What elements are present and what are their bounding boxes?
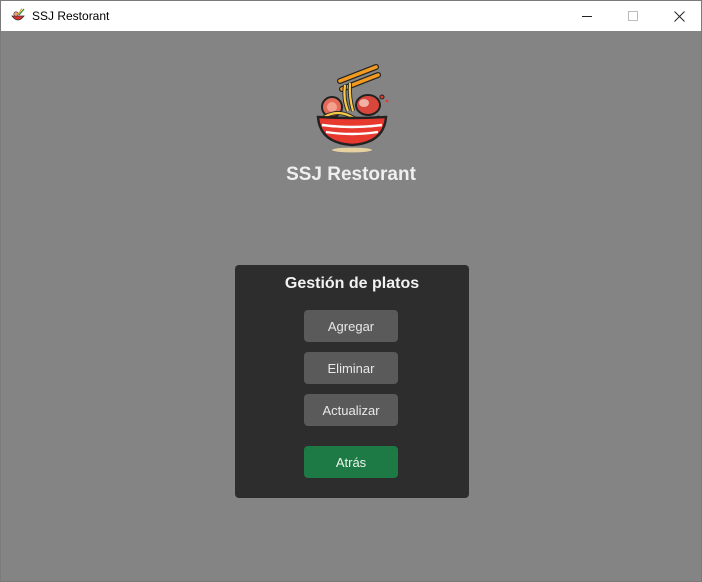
delete-button[interactable]: Eliminar: [304, 352, 398, 384]
dish-management-panel: Gestión de platos Agregar Eliminar Actua…: [235, 265, 469, 498]
title-bar[interactable]: SSJ Restorant: [1, 1, 701, 31]
maximize-icon: [628, 11, 638, 21]
ramen-bowl-logo: [312, 61, 392, 153]
add-button[interactable]: Agregar: [304, 310, 398, 342]
maximize-button[interactable]: [610, 1, 656, 31]
main-content: SSJ Restorant Gestión de platos Agregar …: [1, 31, 701, 581]
ramen-icon: [10, 8, 26, 24]
window-title: SSJ Restorant: [32, 9, 110, 23]
app-window: SSJ Restorant SSJ Restorant Gestión de p…: [0, 0, 702, 582]
close-button[interactable]: [656, 1, 702, 31]
back-button[interactable]: Atrás: [304, 446, 398, 478]
panel-title: Gestión de platos: [284, 275, 420, 292]
minimize-icon: [582, 11, 592, 21]
minimize-button[interactable]: [564, 1, 610, 31]
update-button[interactable]: Actualizar: [304, 394, 398, 426]
close-icon: [673, 10, 685, 22]
app-title: SSJ Restorant: [286, 164, 416, 185]
